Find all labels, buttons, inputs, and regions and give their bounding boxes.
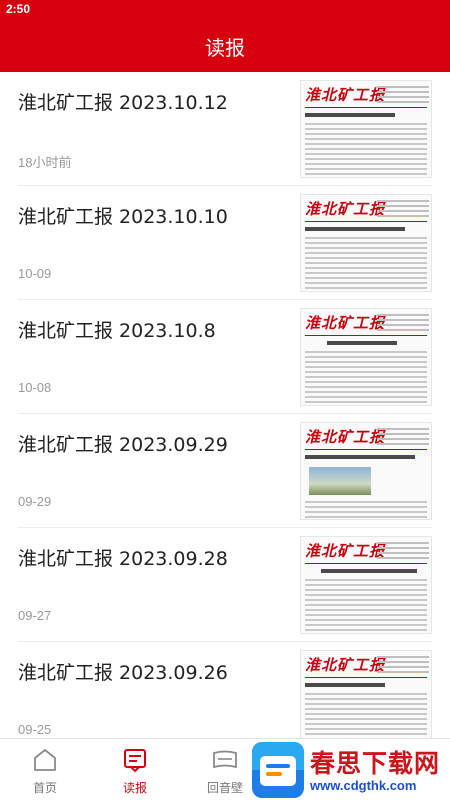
issue-thumbnail[interactable]: 淮北矿工报 [300, 308, 432, 406]
watermark-url: www.cdgthk.com [310, 778, 417, 793]
page-title: 读报 [205, 36, 245, 60]
newspaper-icon [124, 749, 146, 773]
issue-thumbnail[interactable]: 淮北矿工报 [300, 80, 432, 178]
issue-title: 淮北矿工报 2023.10.8 [18, 320, 216, 342]
newspaper-list[interactable]: 淮北矿工报 2023.10.12 18小时前 淮北矿工报 淮北矿工报 2023.… [0, 72, 450, 738]
watermark: 春思下载网 www.cdgthk.com [252, 740, 450, 800]
thumbnail-side-text [377, 428, 429, 448]
issue-date: 09-25 [18, 722, 52, 737]
issue-thumbnail[interactable]: 淮北矿工报 [300, 194, 432, 292]
thumbnail-side-text [377, 542, 429, 562]
issue-thumbnail[interactable]: 淮北矿工报 [300, 650, 432, 738]
thumbnail-headline [305, 227, 405, 231]
thumbnail-headline [305, 455, 415, 459]
list-item[interactable]: 淮北矿工报 2023.09.26 09-25 淮北矿工报 [0, 642, 450, 738]
thumbnail-rule [305, 677, 427, 678]
issue-thumbnail[interactable]: 淮北矿工报 [300, 422, 432, 520]
thumbnail-photo [309, 467, 371, 495]
thumbnail-masthead: 淮北矿工报 [305, 314, 386, 332]
thumbnail-body-text [305, 123, 427, 177]
tab-home[interactable]: 首页 [0, 739, 90, 800]
issue-date: 10-08 [18, 380, 52, 395]
tab-newspaper[interactable]: 读报 [90, 739, 180, 800]
thumbnail-masthead: 淮北矿工报 [305, 86, 386, 104]
list-item[interactable]: 淮北矿工报 2023.10.8 10-08 淮北矿工报 [0, 300, 450, 414]
issue-title: 淮北矿工报 2023.10.10 [18, 206, 228, 228]
tab-label: 首页 [32, 781, 57, 795]
home-icon [34, 749, 56, 771]
thumbnail-masthead: 淮北矿工报 [305, 200, 386, 218]
status-bar: 2:50 [0, 0, 450, 20]
thumbnail-rule [305, 107, 427, 108]
list-item[interactable]: 淮北矿工报 2023.10.12 18小时前 淮北矿工报 [0, 72, 450, 186]
thumbnail-body-text [305, 693, 427, 738]
thumbnail-masthead: 淮北矿工报 [305, 428, 386, 446]
tab-label: 读报 [122, 781, 147, 795]
thumbnail-side-text [377, 200, 429, 220]
thumbnail-headline [305, 113, 395, 117]
issue-title: 淮北矿工报 2023.10.12 [18, 92, 228, 114]
thumbnail-body-text [305, 501, 427, 519]
watermark-logo [252, 742, 304, 798]
list-item[interactable]: 淮北矿工报 2023.10.10 10-09 淮北矿工报 [0, 186, 450, 300]
issue-title: 淮北矿工报 2023.09.28 [18, 548, 228, 570]
thumbnail-headline [305, 683, 385, 687]
board-icon [213, 750, 237, 769]
issue-date: 09-29 [18, 494, 52, 509]
issue-date: 09-27 [18, 608, 52, 623]
thumbnail-rule [305, 335, 427, 336]
thumbnail-side-text [377, 656, 429, 676]
app-bar: 读报 [0, 20, 450, 72]
thumbnail-rule [305, 563, 427, 564]
issue-title: 淮北矿工报 2023.09.26 [18, 662, 228, 684]
thumbnail-body-text [305, 237, 427, 291]
thumbnail-rule [305, 221, 427, 222]
thumbnail-side-text [377, 86, 429, 106]
watermark-title: 春思下载网 [310, 749, 441, 778]
status-time: 2:50 [6, 2, 31, 16]
list-item[interactable]: 淮北矿工报 2023.09.28 09-27 淮北矿工报 [0, 528, 450, 642]
issue-date: 18小时前 [18, 155, 72, 170]
issue-thumbnail[interactable]: 淮北矿工报 [300, 536, 432, 634]
thumbnail-headline [327, 341, 397, 345]
thumbnail-rule [305, 449, 427, 450]
list-item[interactable]: 淮北矿工报 2023.09.29 09-29 淮北矿工报 [0, 414, 450, 528]
thumbnail-masthead: 淮北矿工报 [305, 656, 386, 674]
thumbnail-side-text [377, 314, 429, 334]
thumbnail-body-text [305, 351, 427, 405]
thumbnail-masthead: 淮北矿工报 [305, 542, 386, 560]
thumbnail-body-text [305, 579, 427, 633]
issue-title: 淮北矿工报 2023.09.29 [18, 434, 228, 456]
issue-date: 10-09 [18, 266, 52, 281]
thumbnail-headline [321, 569, 417, 573]
